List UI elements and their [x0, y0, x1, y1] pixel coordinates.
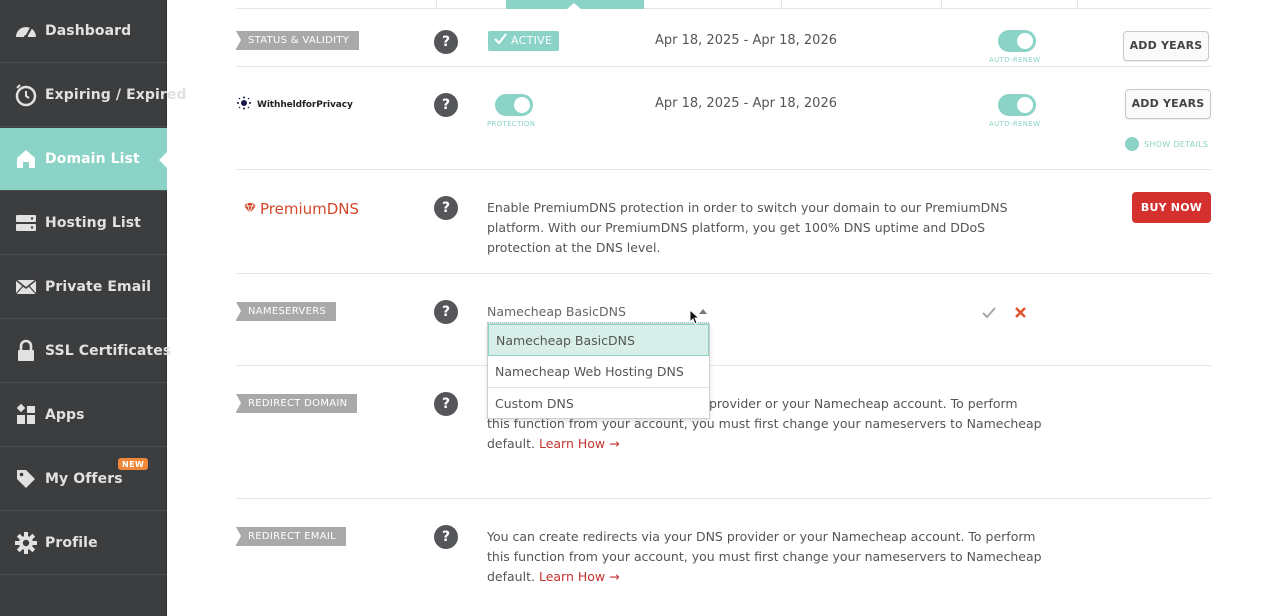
tab-cell[interactable] — [782, 0, 942, 9]
dropdown-option-web-hosting-dns[interactable]: Namecheap Web Hosting DNS — [488, 356, 709, 388]
caret-up-icon — [699, 309, 707, 314]
sidebar-item-apps[interactable]: Apps — [0, 384, 167, 447]
tag-icon — [14, 467, 38, 491]
sidebar-item-domain-list[interactable]: Domain List — [0, 128, 168, 191]
sidebar-item-private-email[interactable]: Private Email — [0, 256, 167, 319]
help-button[interactable]: ? — [434, 93, 458, 117]
sidebar-item-label: Expiring / Expired — [45, 87, 187, 103]
sidebar-item-profile[interactable]: Profile — [0, 512, 167, 575]
tab-cell[interactable] — [942, 0, 1078, 9]
protection-caption: PROTECTION — [487, 120, 536, 128]
sidebar-item-label: Dashboard — [45, 23, 132, 39]
premiumdns-logo: PremiumDNS — [243, 199, 359, 218]
help-button[interactable]: ? — [434, 392, 458, 416]
toggle-knob — [514, 97, 530, 113]
envelope-icon — [14, 275, 38, 299]
redirect-email-description: You can create redirects via your DNS pr… — [487, 527, 1047, 587]
desc-line-text: default. — [487, 569, 535, 584]
nameserver-selected-value: Namecheap BasicDNS — [487, 304, 626, 319]
auto-renew-caption: AUTO-RENEW — [989, 56, 1041, 64]
sidebar-item-label: Apps — [45, 407, 85, 423]
logo-text: PremiumDNS — [260, 199, 360, 218]
row-divider — [236, 273, 1211, 274]
show-details-label: SHOW DETAILS — [1144, 139, 1209, 149]
help-button[interactable]: ? — [434, 300, 458, 324]
apps-grid-icon — [14, 403, 38, 427]
redirect-email-tag: REDIRECT EMAIL — [236, 527, 346, 546]
tab-cell[interactable] — [236, 0, 437, 9]
sidebar-item-label: Private Email — [45, 279, 152, 295]
status-validity-tag: STATUS & VALIDITY — [236, 31, 360, 50]
help-button[interactable]: ? — [434, 30, 458, 54]
gear-icon — [14, 531, 38, 555]
sidebar-item-hosting-list[interactable]: Hosting List — [0, 192, 167, 255]
protection-toggle[interactable] — [495, 94, 533, 116]
buy-now-button[interactable]: BUY NOW — [1132, 192, 1211, 223]
diamond-icon — [243, 199, 257, 218]
nameserver-select[interactable]: Namecheap BasicDNS — [487, 301, 709, 323]
domain-details-panel: STATUS & VALIDITY ? ACTIVE Apr 18, 2025 … — [167, 0, 1280, 616]
dropdown-option-basicdns[interactable]: Namecheap BasicDNS — [488, 324, 709, 356]
row-divider — [236, 365, 1211, 366]
sidebar-item-my-offers[interactable]: My Offers NEW — [0, 448, 167, 511]
row-divider — [236, 66, 1211, 67]
confirm-check-icon[interactable] — [982, 304, 996, 323]
learn-how-link[interactable]: Learn How → — [539, 569, 620, 584]
add-years-button[interactable]: ADD YEARS — [1125, 89, 1211, 119]
add-years-button[interactable]: ADD YEARS — [1123, 31, 1209, 61]
validity-dates: Apr 18, 2025 - Apr 18, 2026 — [655, 33, 837, 48]
desc-line: this function from your account, you mus… — [487, 549, 1042, 564]
logo-text: WithheldforPrivacy — [257, 99, 353, 110]
privacy-star-icon — [236, 95, 252, 114]
sidebar-item-expiring[interactable]: Expiring / Expired — [0, 64, 187, 127]
learn-how-link[interactable]: Learn How → — [539, 436, 620, 451]
dropdown-option-custom-dns[interactable]: Custom DNS — [488, 388, 709, 420]
desc-line-text: default. — [487, 436, 535, 451]
desc-line: default. Learn How → — [487, 567, 1047, 587]
show-details-dot — [1125, 137, 1139, 151]
status-badge-label: ACTIVE — [511, 34, 553, 47]
withheld-for-privacy-logo: WithheldforPrivacy — [236, 95, 353, 114]
help-button[interactable]: ? — [434, 525, 458, 549]
auto-renew-caption: AUTO-RENEW — [989, 120, 1041, 128]
sidebar-item-label: Hosting List — [45, 215, 141, 231]
privacy-dates: Apr 18, 2025 - Apr 18, 2026 — [655, 96, 837, 111]
mouse-cursor-icon — [689, 308, 701, 329]
sidebar-item-dashboard[interactable]: Dashboard — [0, 0, 167, 63]
toggle-knob — [1017, 33, 1033, 49]
server-icon — [14, 211, 38, 235]
auto-renew-toggle[interactable] — [998, 30, 1036, 52]
show-details-link[interactable]: SHOW DETAILS — [1125, 137, 1208, 151]
cancel-x-icon[interactable] — [1014, 304, 1027, 323]
help-button[interactable]: ? — [434, 196, 458, 220]
check-icon — [494, 31, 507, 51]
sidebar-item-label: Domain List — [45, 151, 140, 167]
desc-line: You can create redirects via your DNS pr… — [487, 529, 1036, 544]
row-divider — [236, 169, 1211, 170]
nameserver-dropdown: Namecheap BasicDNS Namecheap Web Hosting… — [487, 323, 710, 419]
toggle-knob — [1017, 97, 1033, 113]
gauge-icon — [14, 19, 38, 43]
home-icon — [14, 147, 38, 171]
sidebar-item-label: Profile — [45, 535, 98, 551]
sidebar-item-label: My Offers — [45, 471, 123, 487]
desc-line: default. Learn How → — [487, 434, 1047, 454]
tab-strip — [236, 0, 1211, 9]
timer-icon — [14, 83, 38, 107]
row-divider — [236, 498, 1211, 499]
tab-notch — [567, 3, 581, 9]
lock-icon — [14, 339, 38, 363]
premiumdns-description: Enable PremiumDNS protection in order to… — [487, 200, 1008, 255]
new-badge: NEW — [118, 458, 149, 470]
status-badge: ACTIVE — [488, 31, 560, 51]
tab-cell[interactable] — [437, 0, 507, 9]
privacy-auto-renew-toggle[interactable] — [998, 94, 1036, 116]
nameservers-tag: NAMESERVERS — [236, 302, 337, 321]
sidebar: Dashboard Expiring / Expired Domain List… — [0, 0, 187, 616]
redirect-domain-tag: REDIRECT DOMAIN — [236, 394, 358, 413]
sidebar-item-ssl-certificates[interactable]: SSL Certificates — [0, 320, 171, 383]
tab-cell[interactable] — [644, 0, 782, 9]
sidebar-item-label: SSL Certificates — [45, 343, 172, 359]
